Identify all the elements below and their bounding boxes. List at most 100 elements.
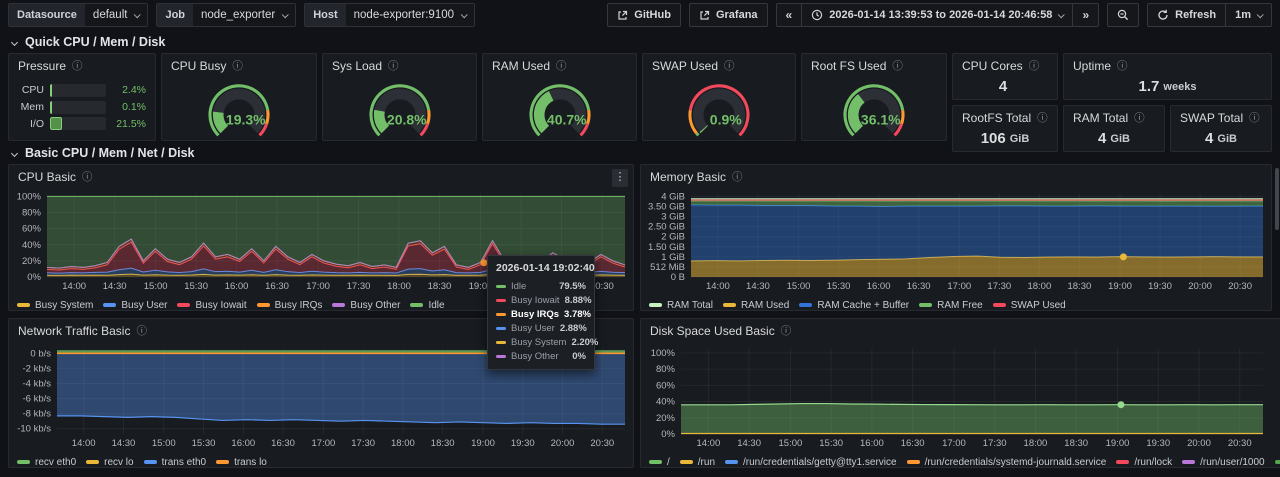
gauge-value-text: 36.1% <box>861 111 901 127</box>
stats-column: CPU Coresⓘ 4 Uptimeⓘ 1.7weeks RootFS Tot… <box>952 53 1272 141</box>
info-icon[interactable]: ⓘ <box>1029 61 1040 72</box>
panel-title[interactable]: Network Traffic Basic <box>18 324 130 338</box>
panel-title[interactable]: Pressure <box>18 59 66 73</box>
x-axis-tick-label: 16:00 <box>225 281 249 292</box>
host-picker[interactable]: Host node-exporter:9100 <box>304 3 475 27</box>
tooltip-rows: Idle79.5%Busy Iowait8.88%Busy IRQs3.78%B… <box>496 279 586 363</box>
legend-item[interactable]: /run/lock <box>1116 457 1172 468</box>
legend-item[interactable]: Busy Other <box>332 300 400 311</box>
grafana-link-button[interactable]: Grafana <box>689 3 768 27</box>
info-icon[interactable]: ⓘ <box>136 326 147 337</box>
info-icon[interactable]: ⓘ <box>732 172 743 183</box>
info-icon[interactable]: ⓘ <box>556 61 567 72</box>
swap-total-stat-panel: SWAP Totalⓘ 4GiB <box>1170 105 1272 152</box>
info-icon[interactable]: ⓘ <box>232 61 243 72</box>
legend-item[interactable]: /tmp <box>1275 457 1280 468</box>
info-icon[interactable]: ⓘ <box>1249 113 1260 124</box>
panel-title[interactable]: Root FS Used <box>811 59 886 73</box>
gauge-value-arc <box>379 111 385 130</box>
legend-item[interactable]: recv eth0 <box>17 457 76 468</box>
cpu-cores-stat-panel: CPU Coresⓘ 4 <box>952 53 1058 100</box>
info-icon[interactable]: ⓘ <box>892 61 903 72</box>
legend-item[interactable]: recv lo <box>86 457 133 468</box>
legend-item[interactable]: /run/user/1000 <box>1182 457 1265 468</box>
refresh-button[interactable]: Refresh <box>1147 3 1226 27</box>
disk-space-used-chart[interactable]: 0%20%40%60%80%100%14:0014:3015:0015:3016… <box>641 343 1280 454</box>
tooltip-series-name: Busy User <box>511 323 555 334</box>
refresh-interval-button[interactable]: 1m <box>1225 3 1272 27</box>
ram-used-gauge-panel: RAM Usedⓘ 40.7% <box>482 53 637 141</box>
legend-item[interactable]: /run <box>680 457 715 468</box>
x-axis-tick-label: 17:30 <box>347 281 371 292</box>
panel-title[interactable]: CPU Basic <box>18 170 76 184</box>
memory-basic-chart[interactable]: 0 B512 MiB1 GiB1.50 GiB2 GiB2.50 GiB3 Gi… <box>641 189 1271 297</box>
panel-title[interactable]: Sys Load <box>332 59 382 73</box>
info-icon[interactable]: ⓘ <box>388 61 399 72</box>
uptime-stat-panel: Uptimeⓘ 1.7weeks <box>1063 53 1272 100</box>
panel-title[interactable]: Disk Space Used Basic <box>650 324 775 338</box>
time-shift-back-button[interactable]: « <box>776 3 803 27</box>
info-icon[interactable]: ⓘ <box>72 61 83 72</box>
pressure-label: CPU <box>18 84 44 96</box>
section-quick-cpu-mem-disk[interactable]: Quick CPU / Mem / Disk <box>8 34 1272 50</box>
datasource-picker[interactable]: Datasource default <box>8 3 148 27</box>
legend-item[interactable]: SWAP Used <box>993 300 1066 311</box>
host-value[interactable]: node-exporter:9100 <box>346 4 474 26</box>
legend-item[interactable]: RAM Cache + Buffer <box>799 300 909 311</box>
legend-item[interactable]: trans lo <box>216 457 267 468</box>
panel-title[interactable]: Uptime <box>1073 59 1111 73</box>
panel-title[interactable]: Memory Basic <box>650 170 726 184</box>
panel-title[interactable]: CPU Cores <box>962 59 1023 73</box>
cpu-busy-gauge-panel: CPU Busyⓘ 19.3% <box>161 53 317 141</box>
info-icon[interactable]: ⓘ <box>1134 113 1145 124</box>
time-range-button[interactable]: 2026-01-14 13:39:53 to 2026-01-14 20:46:… <box>801 3 1073 27</box>
x-axis-tick-label: 14:30 <box>746 281 770 292</box>
legend-item[interactable]: /run/credentials/getty@tty1.service <box>725 457 897 468</box>
external-link-icon <box>699 10 710 21</box>
tooltip-series-swatch <box>496 355 506 358</box>
panel-title[interactable]: CPU Busy <box>171 59 226 73</box>
legend-swatch <box>86 460 99 464</box>
legend-label: /run/credentials/systemd-journald.servic… <box>925 457 1107 468</box>
panel-title[interactable]: RAM Used <box>492 59 550 73</box>
legend-swatch <box>725 460 738 464</box>
time-shift-forward-button[interactable]: » <box>1072 3 1099 27</box>
legend-item[interactable]: Busy Iowait <box>177 300 246 311</box>
panel-title[interactable]: SWAP Total <box>1180 111 1243 125</box>
job-picker[interactable]: Job node_exporter <box>156 3 296 27</box>
info-icon[interactable]: ⓘ <box>1037 113 1048 124</box>
legend-item[interactable]: RAM Used <box>723 300 789 311</box>
x-axis-tick-label: 18:30 <box>431 438 455 449</box>
x-axis-tick-label: 15:00 <box>144 281 168 292</box>
info-icon[interactable]: ⓘ <box>724 61 735 72</box>
legend-item[interactable]: RAM Total <box>649 300 713 311</box>
time-zoom-out-button[interactable] <box>1107 3 1139 27</box>
panel-title[interactable]: SWAP Used <box>652 59 718 73</box>
info-icon[interactable]: ⓘ <box>82 172 93 183</box>
legend-item[interactable]: Busy IRQs <box>257 300 323 311</box>
legend-item[interactable]: Idle <box>410 300 444 311</box>
panel-title[interactable]: RootFS Total <box>962 111 1031 125</box>
legend-item[interactable]: / <box>649 457 670 468</box>
scrollbar-thumb[interactable] <box>1275 168 1279 230</box>
legend-item[interactable]: Busy User <box>103 300 167 311</box>
info-icon[interactable]: ⓘ <box>1117 61 1128 72</box>
info-icon[interactable]: ⓘ <box>781 326 792 337</box>
legend-swatch <box>144 460 157 464</box>
legend-item[interactable]: trans eth0 <box>144 457 206 468</box>
x-axis-tick-label: 16:00 <box>231 438 255 449</box>
legend-swatch <box>17 303 30 307</box>
pressure-value: 21.5% <box>112 118 146 130</box>
panel-menu-icon[interactable]: ⋮ <box>612 169 628 187</box>
legend-item[interactable]: /run/credentials/systemd-journald.servic… <box>907 457 1107 468</box>
legend-item[interactable]: RAM Free <box>919 300 983 311</box>
job-value[interactable]: node_exporter <box>193 4 295 26</box>
gauge-svg: 36.1% <box>804 79 944 139</box>
github-link-button[interactable]: GitHub <box>607 3 681 27</box>
panel-title[interactable]: RAM Total <box>1073 111 1128 125</box>
pressure-value: 2.4% <box>112 84 146 96</box>
datasource-value[interactable]: default <box>85 4 148 26</box>
legend-item[interactable]: Busy System <box>17 300 93 311</box>
legend-label: RAM Used <box>741 300 789 311</box>
y-axis-tick-label: 80% <box>22 208 42 219</box>
